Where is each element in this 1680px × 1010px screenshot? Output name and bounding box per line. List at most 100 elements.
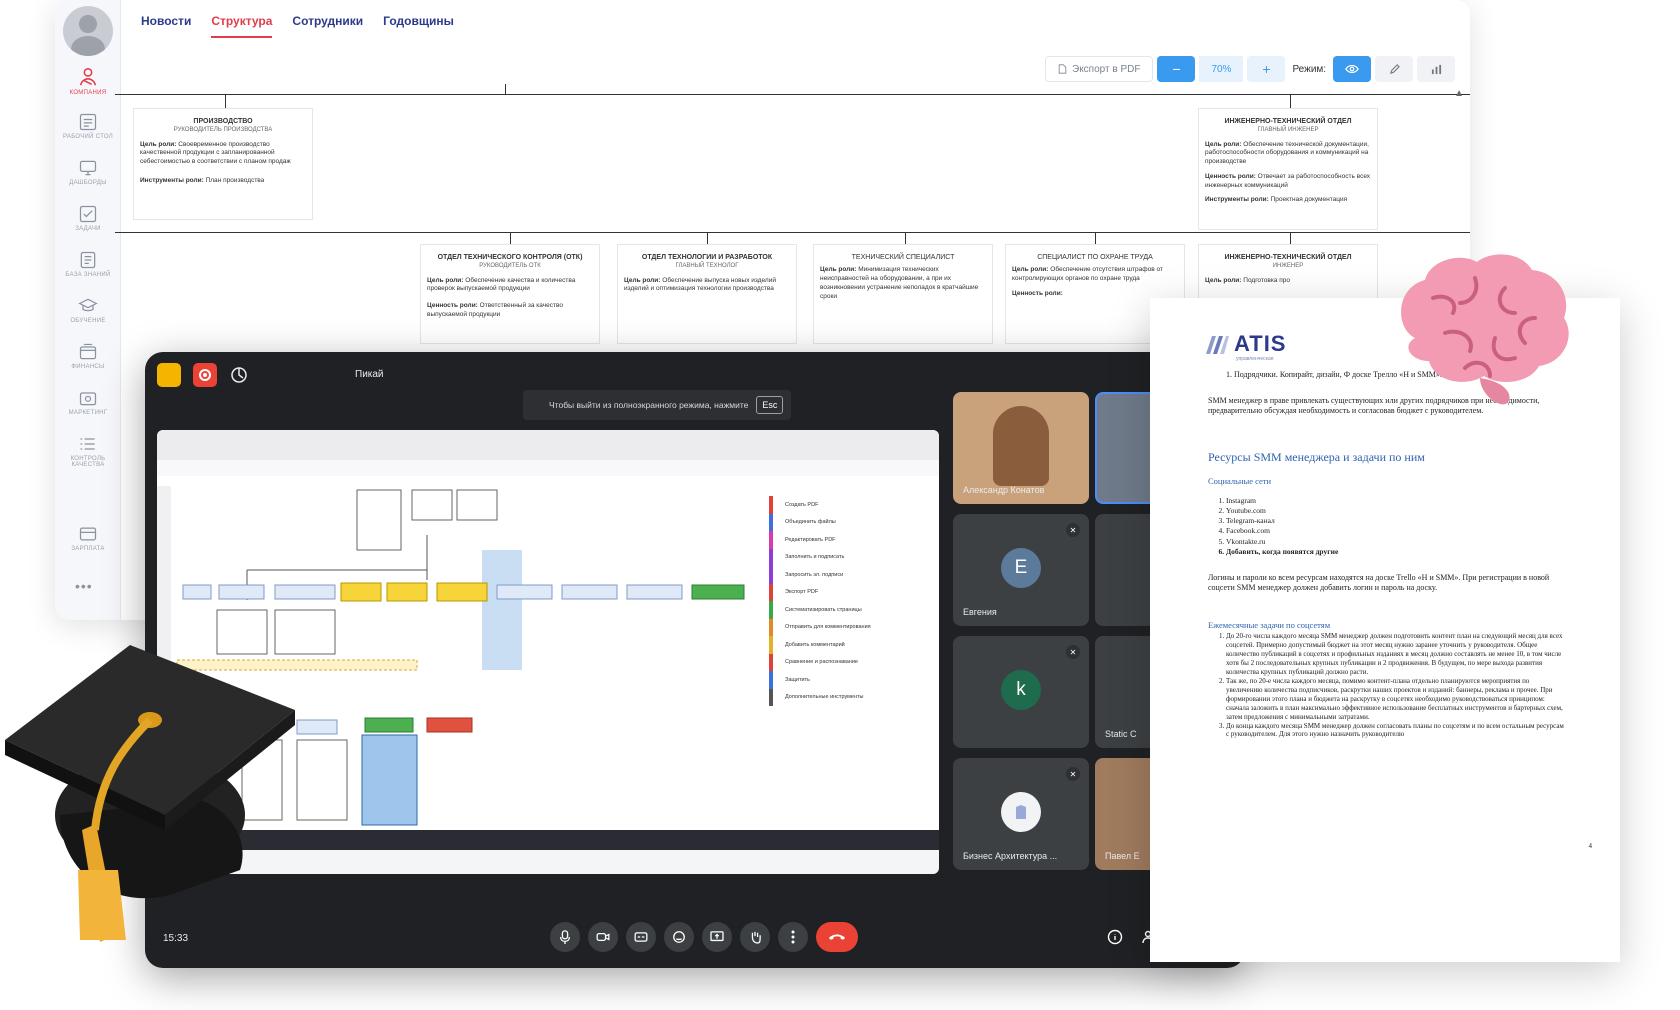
pdf-tool-item[interactable]: Объединить файлы	[769, 513, 933, 531]
pdf-tool-item[interactable]: Редактировать PDF	[769, 531, 933, 549]
list-item: Так же, по 20-е числа каждого месяца, по…	[1226, 677, 1566, 722]
list-item: До конца каждого месяца SMM менеджер дол…	[1226, 722, 1566, 740]
building-icon	[1016, 805, 1026, 819]
activity-icon[interactable]	[227, 363, 251, 387]
zoom-out-button[interactable]: −	[1157, 56, 1196, 82]
tab-news[interactable]: Новости	[141, 14, 191, 38]
mic-button[interactable]	[550, 922, 580, 952]
page-number: 4	[1588, 842, 1593, 850]
view-mode-button[interactable]	[1333, 56, 1372, 82]
sidebar-item-dashboards[interactable]: ДАШБОРДЫ	[55, 154, 121, 202]
list-item: Facebook.com	[1226, 526, 1566, 536]
pdf-tool-item[interactable]: Запросить эл. подписи	[769, 566, 933, 584]
present-button[interactable]	[702, 922, 732, 952]
sticky-note-icon[interactable]	[157, 363, 181, 387]
pdf-tool-item[interactable]: Отправить для комментирования	[769, 618, 933, 636]
list-icon	[80, 438, 95, 450]
pencil-icon	[1389, 63, 1400, 74]
org-card-technology[interactable]: ОТДЕЛ ТЕХНОЛОГИИ И РАЗРАБОТОК ГЛАВНЫЙ ТЕ…	[617, 244, 797, 344]
participant-video	[993, 406, 1049, 486]
org-line	[905, 232, 906, 244]
fullscreen-hint: Чтобы выйти из полноэкранного режима, на…	[523, 390, 792, 420]
doc-heading: Ресурсы SMM менеджера и задачи по ним	[1208, 450, 1425, 464]
sidebar-item-desktop[interactable]: РАБОЧИЙ СТОЛ	[55, 108, 121, 156]
raise-hand-button[interactable]	[740, 922, 770, 952]
chart-mode-button[interactable]	[1417, 56, 1456, 82]
sidebar-item-finance[interactable]: ФИНАНСЫ	[55, 338, 121, 386]
sidebar-item-quality[interactable]: КОНТРОЛЬ КАЧЕСТВА	[55, 430, 121, 486]
sidebar-item-salary[interactable]: ЗАРПЛАТА	[55, 520, 121, 568]
meeting-title: Пикай	[355, 369, 384, 380]
org-line	[510, 232, 511, 244]
pdf-tool-item[interactable]: Создать PDF	[769, 496, 933, 514]
sidebar-item-marketing[interactable]: МАРКЕТИНГ	[55, 384, 121, 432]
pdf-tool-item[interactable]: Защитить	[769, 671, 933, 689]
sidebar-item-tasks[interactable]: ЗАДАЧИ	[55, 200, 121, 248]
org-line	[115, 232, 1470, 233]
bar-chart-icon	[1431, 64, 1441, 74]
sidebar-item-learning[interactable]: ОБУЧЕНИЕ	[55, 292, 121, 340]
org-card-engineering[interactable]: ИНЖЕНЕРНО-ТЕХНИЧЕСКИЙ ОТДЕЛ ГЛАВНЫЙ ИНЖЕ…	[1198, 108, 1378, 230]
sidebar: КОМПАНИЯ РАБОЧИЙ СТОЛ ДАШБОРДЫ ЗАДАЧИ БА…	[55, 0, 121, 620]
record-icon[interactable]	[193, 363, 217, 387]
captions-icon	[634, 932, 648, 942]
participant-tile[interactable]: ✕ k	[953, 636, 1089, 748]
user-avatar[interactable]	[63, 6, 113, 56]
list-item: Vkontakte.ru	[1226, 537, 1566, 547]
emoji-icon	[673, 931, 685, 943]
document-icon	[1058, 64, 1067, 74]
mic-off-icon: ✕	[1066, 523, 1080, 537]
export-pdf-button[interactable]: Экспорт в PDF	[1045, 56, 1154, 82]
pdf-tool-item[interactable]: Экспорт PDF	[769, 583, 933, 601]
org-line	[1290, 94, 1291, 108]
pdf-tool-item[interactable]: Заполнить и подписать	[769, 548, 933, 566]
captions-button[interactable]	[626, 922, 656, 952]
participant-tile[interactable]: Александр Конатов	[953, 392, 1089, 504]
pdf-tool-item[interactable]: Добавить комментарий	[769, 636, 933, 654]
hang-up-button[interactable]	[816, 922, 858, 952]
atis-logo: ATIS	[1234, 331, 1287, 356]
video-icon	[596, 933, 610, 941]
camera-button[interactable]	[588, 922, 618, 952]
tab-anniversaries[interactable]: Годовщины	[383, 14, 454, 38]
pdf-tool-item[interactable]: Систематизировать страницы	[769, 601, 933, 619]
book-icon	[80, 251, 96, 269]
pdf-tool-item[interactable]: Дополнительные инструменты	[769, 688, 933, 706]
participant-avatar: E	[1001, 548, 1041, 588]
list-item: Telegram-канал	[1226, 516, 1566, 526]
tab-structure[interactable]: Структура	[211, 14, 273, 38]
participant-tile[interactable]: ✕ Бизнес Архитектура ...	[953, 758, 1089, 870]
present-icon	[710, 931, 724, 942]
tab-employees[interactable]: Сотрудники	[292, 14, 363, 38]
sidebar-item-company[interactable]: КОМПАНИЯ	[55, 62, 121, 110]
org-card-qc[interactable]: ОТДЕЛ ТЕХНИЧЕСКОГО КОНТРОЛЯ (ОТК) РУКОВО…	[420, 244, 600, 344]
zoom-in-button[interactable]: +	[1247, 56, 1286, 82]
scroll-up-icon[interactable]: ▲	[1454, 88, 1464, 99]
more-vertical-icon	[791, 930, 795, 944]
sidebar-item-knowledge[interactable]: БАЗА ЗНАНИЙ	[55, 246, 121, 294]
social-list: Instagram Youtube.com Telegram-канал Fac…	[1226, 496, 1566, 557]
mode-label: Режим:	[1292, 63, 1327, 75]
info-button[interactable]	[1105, 927, 1125, 947]
emoji-button[interactable]	[664, 922, 694, 952]
top-nav: Новости Структура Сотрудники Годовщины	[141, 14, 454, 38]
org-card-production[interactable]: ПРОИЗВОДСТВО РУКОВОДИТЕЛЬ ПРОИЗВОДСТВА Ц…	[133, 108, 313, 220]
wallet-icon	[79, 343, 97, 360]
checkbox-icon	[79, 205, 97, 223]
atis-logo-mark	[1206, 336, 1229, 354]
eye-icon	[1345, 64, 1359, 74]
structure-toolbar: Экспорт в PDF − 70% + Режим:	[1045, 56, 1456, 82]
logo-subtitle: управленческая	[1236, 356, 1274, 362]
org-card-tech-specialist[interactable]: ТЕХНИЧЕСКИЙ СПЕЦИАЛИСТ Цель роли: Миними…	[813, 244, 993, 344]
phone-end-icon	[828, 934, 846, 940]
esc-key[interactable]: Esc	[756, 396, 784, 414]
camera-icon	[79, 392, 97, 406]
participant-tile[interactable]: ✕ E Евгения	[953, 514, 1089, 626]
participant-avatar	[1001, 792, 1041, 832]
mic-off-icon: ✕	[1066, 767, 1080, 781]
more-icon[interactable]: •••	[75, 578, 93, 594]
more-options-button[interactable]	[778, 922, 808, 952]
edit-mode-button[interactable]	[1375, 56, 1414, 82]
desktop-icon	[79, 113, 97, 131]
pdf-tool-item[interactable]: Сравнение и распознавание	[769, 653, 933, 671]
